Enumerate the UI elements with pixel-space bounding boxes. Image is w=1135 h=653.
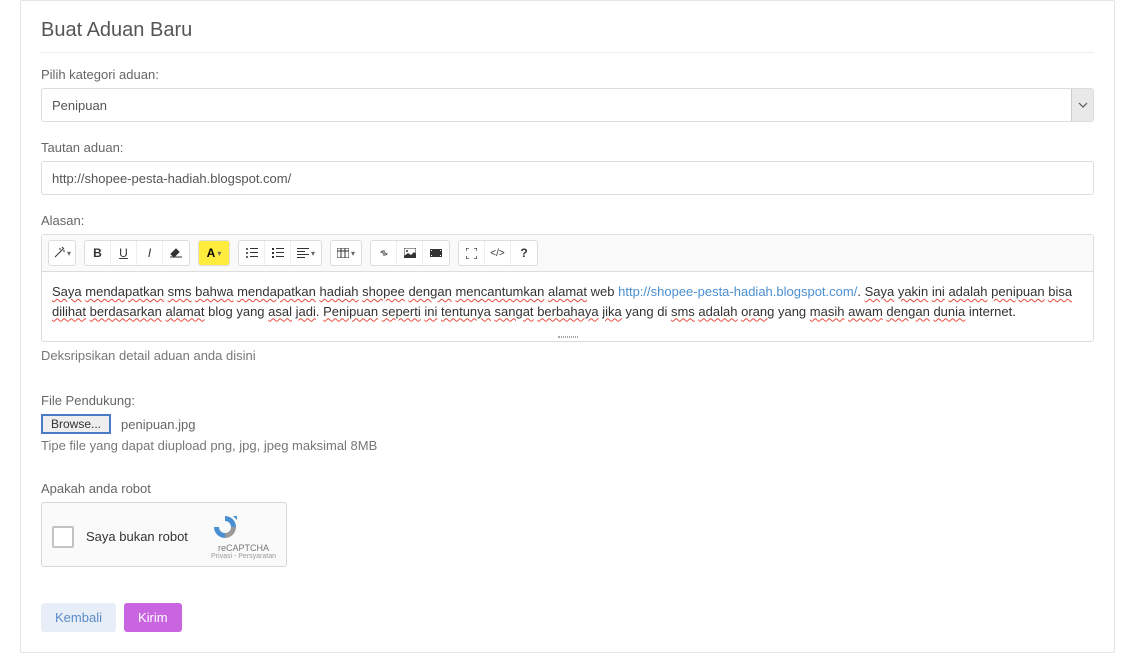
link-icon — [378, 248, 390, 258]
editor-toolbar: ▾ B U I A ▾ — [42, 235, 1093, 272]
list-ol-icon — [272, 248, 284, 258]
font-color-button[interactable]: A ▾ — [199, 241, 229, 265]
page-title: Buat Aduan Baru — [41, 19, 1094, 53]
fullscreen-icon — [466, 248, 477, 259]
editor-content[interactable]: Saya mendapatkan sms bahwa mendapatkan h… — [42, 272, 1093, 333]
captcha-label: Apakah anda robot — [41, 481, 1094, 496]
ol-button[interactable] — [265, 241, 291, 265]
caret-down-icon: ▾ — [217, 249, 221, 258]
grip-icon — [558, 336, 578, 338]
video-icon — [430, 248, 442, 258]
file-name: penipuan.jpg — [121, 417, 195, 432]
browse-button[interactable]: Browse... — [41, 414, 111, 434]
magic-wand-icon — [53, 247, 65, 259]
chevron-down-icon — [1078, 102, 1088, 108]
link-label: Tautan aduan: — [41, 140, 1094, 155]
code-button[interactable]: </> — [485, 241, 511, 265]
table-icon — [337, 248, 349, 258]
recaptcha-widget: Saya bukan robot reCAPTCHA Privasi - Per… — [41, 502, 287, 567]
caret-down-icon: ▾ — [351, 249, 355, 258]
magic-button[interactable]: ▾ — [49, 241, 75, 265]
underline-icon: U — [119, 246, 128, 260]
reason-label: Alasan: — [41, 213, 1094, 228]
image-icon — [404, 248, 416, 258]
bold-button[interactable]: B — [85, 241, 111, 265]
file-helper: Tipe file yang dapat diupload png, jpg, … — [41, 438, 1094, 453]
content-link[interactable]: http://shopee-pesta-hadiah.blogspot.com/ — [618, 284, 857, 299]
form-card: Buat Aduan Baru Pilih kategori aduan: Pe… — [20, 0, 1115, 653]
file-label: File Pendukung: — [41, 393, 1094, 408]
category-select[interactable]: Penipuan — [41, 88, 1094, 122]
align-icon — [297, 248, 309, 258]
eraser-button[interactable] — [163, 241, 189, 265]
send-button[interactable]: Kirim — [124, 603, 182, 632]
link-button[interactable] — [371, 241, 397, 265]
recaptcha-brand: reCAPTCHA — [211, 543, 276, 553]
video-button[interactable] — [423, 241, 449, 265]
italic-button[interactable]: I — [137, 241, 163, 265]
caret-down-icon: ▾ — [67, 249, 71, 258]
italic-icon: I — [148, 246, 151, 260]
bold-icon: B — [93, 246, 102, 260]
captcha-checkbox[interactable] — [52, 526, 74, 548]
recaptcha-logo: reCAPTCHA Privasi - Persyaratan — [211, 513, 276, 560]
font-color-icon: A — [207, 246, 216, 260]
recaptcha-privacy: Privasi - Persyaratan — [211, 553, 276, 560]
list-ul-icon — [246, 248, 258, 258]
reason-helper: Deksripsikan detail aduan anda disini — [41, 348, 1094, 363]
back-button[interactable]: Kembali — [41, 603, 116, 632]
code-icon: </> — [490, 248, 504, 259]
image-button[interactable] — [397, 241, 423, 265]
align-button[interactable]: ▾ — [291, 241, 321, 265]
link-input[interactable] — [41, 161, 1094, 195]
captcha-checkbox-label: Saya bukan robot — [86, 529, 211, 544]
rich-editor: ▾ B U I A ▾ — [41, 234, 1094, 342]
question-icon: ? — [520, 246, 527, 260]
table-button[interactable]: ▾ — [331, 241, 361, 265]
category-label: Pilih kategori aduan: — [41, 67, 1094, 82]
resize-handle[interactable] — [42, 333, 1093, 341]
category-value: Penipuan — [42, 98, 1071, 113]
eraser-icon — [170, 248, 182, 258]
select-dropdown-button[interactable] — [1071, 89, 1093, 121]
recaptcha-icon — [211, 513, 239, 541]
fullscreen-button[interactable] — [459, 241, 485, 265]
help-button[interactable]: ? — [511, 241, 537, 265]
ul-button[interactable] — [239, 241, 265, 265]
caret-down-icon: ▾ — [311, 249, 315, 258]
underline-button[interactable]: U — [111, 241, 137, 265]
